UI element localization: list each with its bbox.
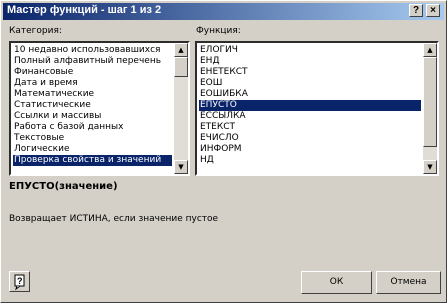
category-list-item[interactable]: Проверка свойства и значений [13,155,172,166]
category-list-item[interactable]: Дата и время [13,78,172,89]
function-list-item[interactable]: ЕПУСТО [199,100,421,111]
svg-text:?: ? [17,276,23,286]
assistant-icon: ? [14,274,25,291]
category-list-item[interactable]: 10 недавно использовавшихся [13,45,172,56]
function-list-item[interactable]: ИНФОРМ [199,144,421,155]
category-list-item[interactable]: Математические [13,89,172,100]
scroll-down-icon[interactable]: ▼ [174,160,188,174]
category-list-item[interactable]: Полный алфавитный перечень [13,56,172,67]
function-description: Возвращает ИСТИНА, если значение пустое [9,214,219,224]
function-list-item[interactable]: ЕНД [199,56,421,67]
scroll-thumb[interactable] [423,57,437,147]
function-syntax: ЕПУСТО(значение) [9,181,118,192]
category-list-item[interactable]: Статистические [13,100,172,111]
category-scrollbar[interactable]: ▲ ▼ [174,43,188,174]
function-wizard-dialog: Мастер функций - шаг 1 из 2 ? × Категори… [0,0,447,303]
function-list-item[interactable]: ЕЛОГИЧ [199,45,421,56]
function-list-item[interactable]: ЕТЕКСТ [199,122,421,133]
close-button[interactable]: × [426,4,440,17]
category-label: Категория: [9,26,62,36]
category-list-item[interactable]: Ссылки и массивы [13,111,172,122]
ok-button[interactable]: ОК [301,271,372,294]
function-list-item[interactable]: ЕОШИБКА [199,89,421,100]
function-scrollbar[interactable]: ▲ ▼ [423,43,437,174]
function-list-item[interactable]: ЕССЫЛКА [199,111,421,122]
scroll-up-icon[interactable]: ▲ [423,43,437,57]
category-list-item[interactable]: Работа с базой данных [13,122,172,133]
function-list-item[interactable]: ЕЧИСЛО [199,133,421,144]
function-list-item[interactable]: ЕНЕТЕКСТ [199,67,421,78]
function-list: ЕЛОГИЧ ЕНД ЕНЕТЕКСТ ЕОШ ЕОШИБКА ЕПУСТО ЕССЫЛКА… [199,45,421,172]
window-title: Мастер функций - шаг 1 из 2 [7,4,162,16]
category-list: 10 недавно использовавшихся Полный алфави… [13,45,172,172]
category-listbox[interactable]: 10 недавно использовавшихся Полный алфави… [9,41,190,176]
scroll-down-icon[interactable]: ▼ [423,160,437,174]
scroll-thumb[interactable] [174,57,188,77]
office-assistant-button[interactable]: ? [9,271,30,292]
scroll-up-icon[interactable]: ▲ [174,43,188,57]
function-listbox[interactable]: ЕЛОГИЧ ЕНД ЕНЕТЕКСТ ЕОШ ЕОШИБКА ЕПУСТО ЕССЫЛКА… [195,41,439,176]
function-list-item[interactable]: ЕОШ [199,78,421,89]
help-button[interactable]: ? [409,4,423,17]
cancel-button[interactable]: Отмена [376,271,441,294]
function-label: Функция: [196,26,241,36]
category-list-item[interactable]: Логические [13,144,172,155]
function-list-item[interactable]: НД [199,155,421,166]
category-list-item[interactable]: Текстовые [13,133,172,144]
title-bar: Мастер функций - шаг 1 из 2 ? × [3,3,444,20]
category-list-item[interactable]: Финансовые [13,67,172,78]
